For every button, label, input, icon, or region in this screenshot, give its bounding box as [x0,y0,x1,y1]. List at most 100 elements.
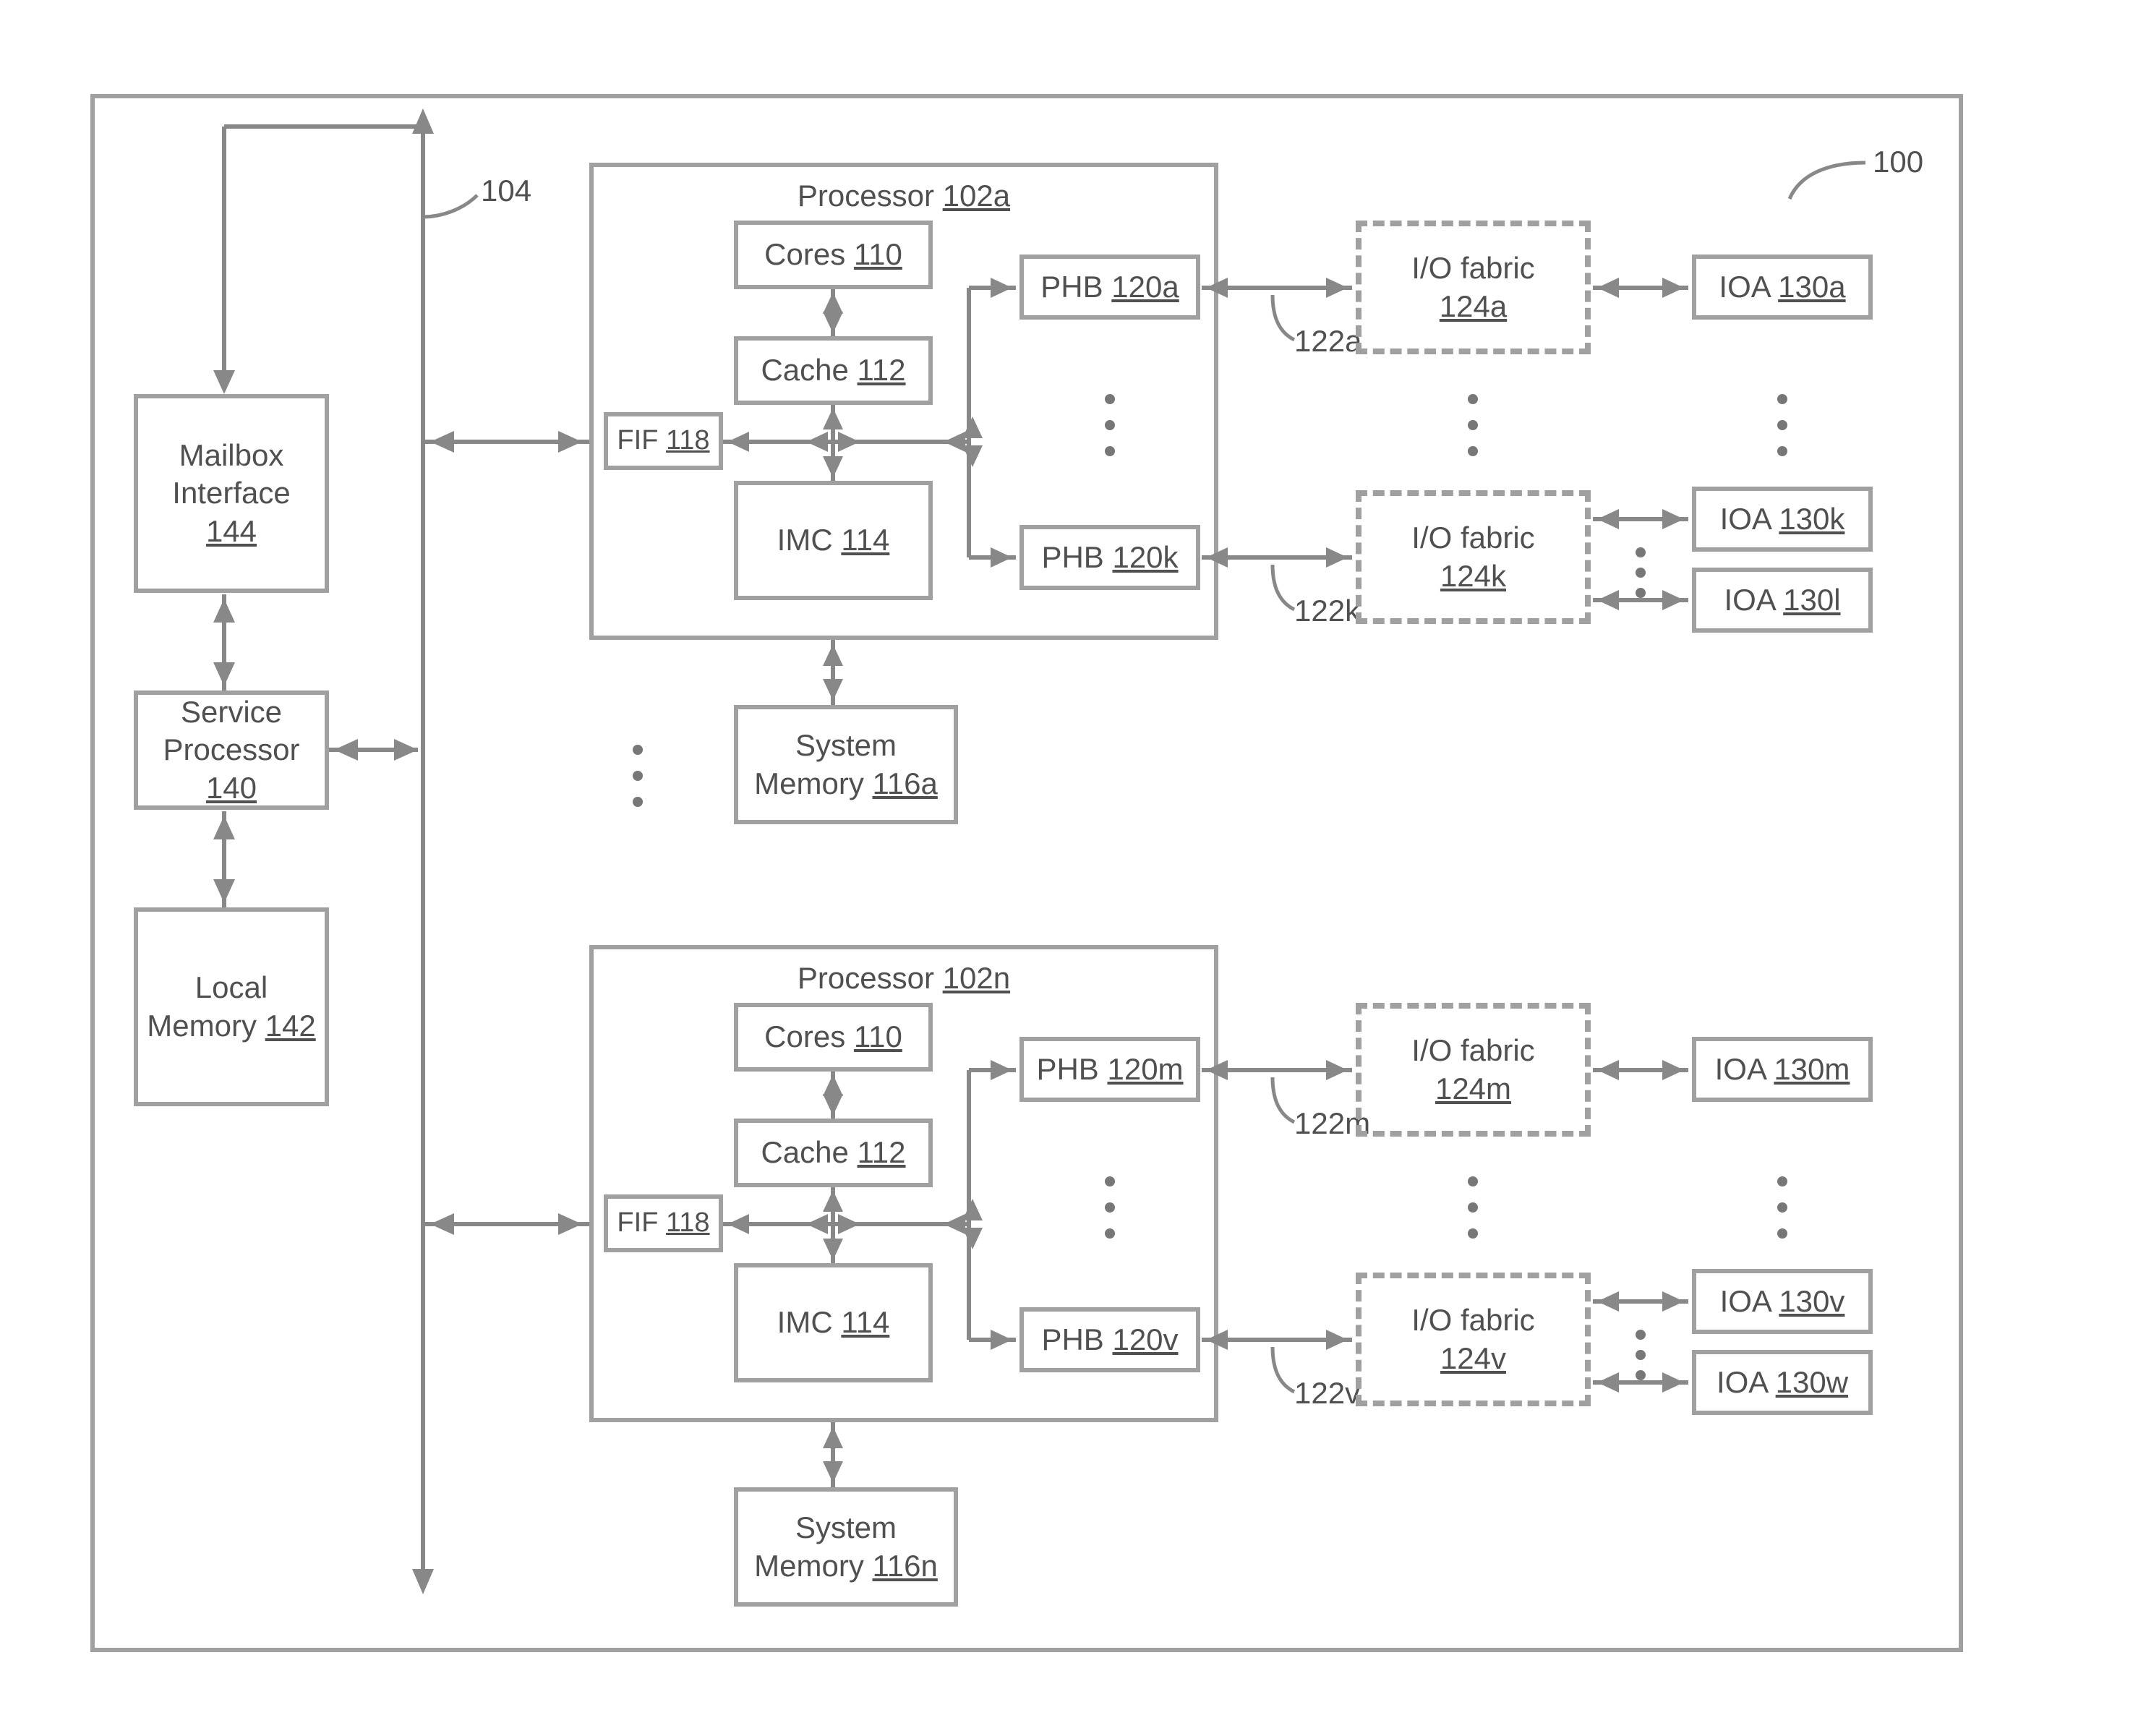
ioa-l-ref: 130l [1783,583,1840,617]
phb-n-ellipsis-icon [1105,1176,1115,1239]
cores-n-ref: 110 [854,1019,902,1053]
imc-a-box: IMC 114 [734,481,933,600]
ioa-k-box: IOA 130k [1692,487,1873,552]
phb-n-bot-ref: 120v [1112,1322,1178,1356]
link-a-bot-label: 122k [1294,594,1360,628]
ioa-l-label: IOA [1724,583,1774,617]
sysmem-a-line2: Memory [754,766,864,800]
fabric-a-ellipsis-icon [1468,394,1478,456]
mailbox-line1: Mailbox [179,437,284,475]
phb-n-top-ref: 120m [1107,1052,1183,1086]
processor-n-ref: 102n [943,961,1010,995]
phb-n-bot-box: PHB 120v [1019,1307,1200,1372]
local-mem-line1: Local [195,969,268,1007]
cores-n-box: Cores 110 [734,1003,933,1072]
service-proc-line2: Processor [163,732,299,766]
imc-a-ref: 114 [841,523,889,557]
ioa-a-box: IOA 130a [1692,255,1873,320]
phb-a-bot-ref: 120k [1112,540,1178,574]
imc-n-ref: 114 [841,1305,889,1339]
fif-a-box: FIF 118 [604,412,723,470]
io-fabric-a-bot-label: I/O fabric [1411,519,1534,557]
cache-a-label: Cache [761,353,848,387]
phb-n-top-label: PHB [1036,1052,1098,1086]
service-proc-ref: 140 [206,771,257,805]
figure-ref-label: 100 [1873,145,1923,179]
service-proc-line1: Service [181,693,282,732]
io-fabric-a-top-label: I/O fabric [1411,249,1534,288]
cores-a-ref: 110 [854,237,902,271]
fif-a-ref: 118 [666,425,710,456]
io-fabric-a-top-ref: 124a [1440,288,1507,326]
sysmem-n-line2: Memory [754,1549,864,1583]
link-n-bot-label: 122v [1294,1376,1360,1411]
local-mem-line2: Memory [147,1009,257,1043]
sysmem-a-line1: System [795,727,897,765]
ioa-w-box: IOA 130w [1692,1350,1873,1415]
ioa-k-ref: 130k [1779,502,1844,536]
ioa-m-ref: 130m [1774,1052,1850,1086]
bus-ref-label: 104 [481,174,531,208]
ioa-w-label: IOA [1717,1365,1767,1399]
io-fabric-n-bot-box: I/O fabric 124v [1356,1273,1591,1406]
phb-a-bot-box: PHB 120k [1019,525,1200,590]
ioa-l-box: IOA 130l [1692,568,1873,633]
mailbox-ref: 144 [206,513,257,551]
phb-a-ellipsis-icon [1105,394,1115,456]
io-fabric-n-top-label: I/O fabric [1411,1032,1534,1070]
mailbox-interface-box: Mailbox Interface 144 [134,394,329,593]
cache-a-box: Cache 112 [734,336,933,405]
diagram-canvas: 100 104 Mailbox Interface 144 [0,0,2146,1736]
phb-a-top-ref: 120a [1111,270,1179,304]
io-fabric-a-bot-box: I/O fabric 124k [1356,490,1591,624]
fif-n-box: FIF 118 [604,1194,723,1252]
ioa-n-bot-ellipsis-icon [1636,1330,1646,1380]
phb-a-bot-label: PHB [1041,540,1103,574]
sysmem-a-ref: 116a [873,766,938,800]
local-mem-ref: 142 [265,1009,316,1043]
fif-n-label: FIF [617,1207,658,1238]
io-fabric-n-top-box: I/O fabric 124m [1356,1003,1591,1137]
processor-a-ref: 102a [943,179,1010,213]
io-fabric-a-top-box: I/O fabric 124a [1356,221,1591,354]
imc-n-box: IMC 114 [734,1263,933,1382]
ioa-v-ref: 130v [1779,1284,1844,1318]
cache-n-box: Cache 112 [734,1119,933,1187]
ioa-m-label: IOA [1715,1052,1766,1086]
phb-n-top-box: PHB 120m [1019,1037,1200,1102]
ioa-a-ref: 130a [1778,270,1845,304]
ioa-m-box: IOA 130m [1692,1037,1873,1102]
cores-n-label: Cores [764,1019,845,1053]
fabric-n-ellipsis-icon [1468,1176,1478,1239]
phb-a-top-label: PHB [1040,270,1103,304]
sysmem-n-ref: 116n [873,1549,938,1583]
sysmem-n-box: System Memory 116n [734,1487,958,1607]
service-processor-box: Service Processor 140 [134,690,329,810]
io-fabric-n-top-ref: 124m [1435,1070,1511,1108]
processors-ellipsis-icon [633,745,643,807]
sysmem-n-line1: System [795,1509,897,1547]
processor-a-title: Processor [798,179,934,213]
cache-n-ref: 112 [858,1135,906,1169]
mailbox-line2: Interface [172,474,290,513]
ioa-n-ellipsis-icon [1777,1176,1787,1239]
sysmem-a-box: System Memory 116a [734,705,958,824]
ioa-k-label: IOA [1720,502,1771,536]
fif-a-label: FIF [617,425,658,456]
ioa-a-label: IOA [1719,270,1769,304]
cores-a-box: Cores 110 [734,221,933,289]
io-fabric-n-bot-ref: 124v [1440,1340,1506,1378]
local-memory-box: Local Memory 142 [134,907,329,1106]
imc-n-label: IMC [777,1305,833,1339]
ioa-a-bot-ellipsis-icon [1636,547,1646,598]
phb-n-bot-label: PHB [1041,1322,1103,1356]
processor-n-title: Processor [798,961,934,995]
cache-n-label: Cache [761,1135,848,1169]
fif-n-ref: 118 [666,1207,710,1238]
link-a-top-label: 122a [1294,324,1361,359]
cache-a-ref: 112 [858,353,906,387]
phb-a-top-box: PHB 120a [1019,255,1200,320]
cores-a-label: Cores [764,237,845,271]
io-fabric-n-bot-label: I/O fabric [1411,1301,1534,1340]
ioa-a-ellipsis-icon [1777,394,1787,456]
